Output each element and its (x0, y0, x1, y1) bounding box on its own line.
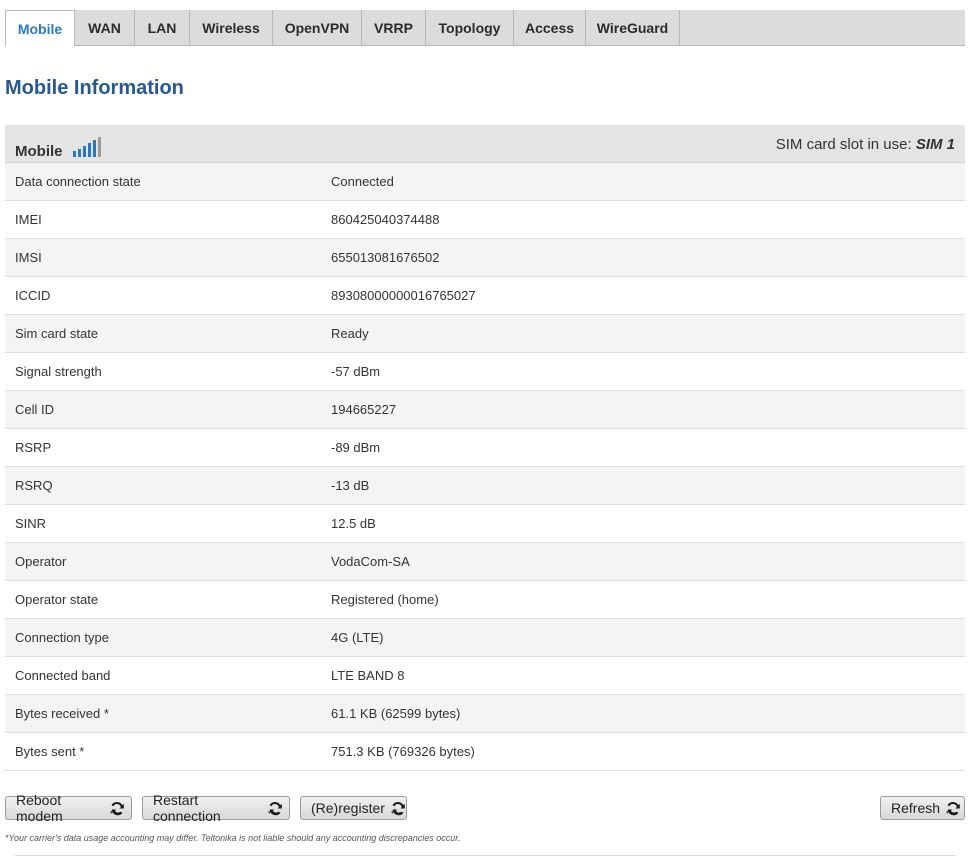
row-value: LTE BAND 8 (331, 668, 405, 683)
row-label: RSRP (15, 440, 52, 455)
table-row: RSRP -89 dBm (5, 429, 965, 467)
row-value: 12.5 dB (331, 516, 376, 531)
page-title: Mobile Information (5, 77, 184, 99)
row-label: IMEI (15, 212, 42, 227)
row-value: -13 dB (331, 478, 370, 493)
sim-slot-indicator: SIM card slot in use: SIM 1 (776, 136, 955, 153)
tab-wireguard[interactable]: WireGuard (586, 10, 680, 45)
refresh-icon (109, 800, 125, 816)
table-header-label: Mobile (15, 143, 63, 160)
sim-slot-label: SIM card slot in use: (775, 136, 912, 153)
row-label: Signal strength (15, 364, 102, 379)
row-label: Connection type (15, 630, 109, 645)
row-value: 194665227 (331, 402, 397, 417)
reboot-modem-label: Reboot modem (16, 792, 63, 824)
row-value: Registered (home) (331, 592, 439, 607)
signal-bars-icon (71, 136, 103, 163)
row-label: Operator (15, 554, 67, 569)
footnote: *Your carrier's data usage accounting ma… (5, 833, 461, 843)
table-row: Cell ID 194665227 (5, 391, 965, 429)
reregister-label: (Re)register (311, 800, 385, 816)
tab-wireless[interactable]: Wireless (190, 10, 273, 45)
reboot-modem-button[interactable]: Reboot modem (5, 792, 132, 824)
tab-openvpn[interactable]: OpenVPN (273, 10, 362, 45)
tab-bar: Mobile WAN LAN Wireless OpenVPN VRRP Top… (5, 10, 965, 46)
table-row: Operator state Registered (home) (5, 581, 965, 619)
row-label: Bytes sent * (15, 744, 85, 759)
mobile-info-table: Mobile SIM card slot in use: SIM 1 Data … (5, 125, 965, 771)
row-value: VodaCom-SA (331, 554, 410, 569)
refresh-button[interactable]: Refresh (880, 796, 965, 820)
table-row: SINR 12.5 dB (5, 505, 965, 543)
table-row: Bytes received * 61.1 KB (62599 bytes) (5, 695, 965, 733)
row-value: -57 dBm (331, 364, 381, 379)
tab-mobile[interactable]: Mobile (5, 10, 75, 46)
table-row: Sim card state Ready (5, 315, 965, 353)
table-body: Data connection state Connected IMEI 860425… (5, 163, 965, 771)
row-label: Bytes received * (15, 706, 109, 721)
table-row: Data connection state Connected (5, 163, 965, 201)
row-label: SINR (15, 516, 47, 531)
tab-wan[interactable]: WAN (75, 10, 135, 45)
row-value: -89 dBm (331, 440, 381, 455)
sim-slot-value: SIM 1 (915, 136, 955, 153)
row-value: 61.1 KB (62599 bytes) (331, 706, 461, 721)
table-header-left: Mobile (15, 136, 103, 167)
row-value: 4G (LTE) (331, 630, 384, 645)
tab-lan[interactable]: LAN (135, 10, 190, 45)
tab-access[interactable]: Access (514, 10, 586, 45)
row-value: Ready (331, 326, 369, 341)
reregister-button[interactable]: (Re)register (300, 796, 407, 820)
refresh-label: Refresh (891, 800, 941, 816)
row-label: Sim card state (15, 326, 99, 341)
table-header: Mobile SIM card slot in use: SIM 1 (5, 125, 965, 163)
row-value: 89308000000016765027 (331, 288, 476, 303)
row-label: Data connection state (15, 174, 141, 189)
refresh-icon (390, 800, 406, 816)
row-label: Cell ID (15, 402, 55, 417)
row-label: Connected band (15, 668, 111, 683)
table-row: Connected band LTE BAND 8 (5, 657, 965, 695)
table-row: ICCID 89308000000016765027 (5, 277, 965, 315)
row-label: IMSI (15, 250, 42, 265)
tab-vrrp[interactable]: VRRP (362, 10, 426, 45)
row-label: Operator state (15, 592, 99, 607)
table-row: IMEI 860425040374488 (5, 201, 965, 239)
page: Mobile WAN LAN Wireless OpenVPN VRRP Top… (0, 0, 972, 865)
table-row: Signal strength -57 dBm (5, 353, 965, 391)
footer-divider (15, 855, 955, 856)
row-label: RSRQ (15, 478, 53, 493)
refresh-icon (267, 800, 283, 816)
table-row: IMSI 655013081676502 (5, 239, 965, 277)
table-row: Bytes sent * 751.3 KB (769326 bytes) (5, 733, 965, 771)
row-value: 751.3 KB (769326 bytes) (331, 744, 475, 759)
table-row: Connection type 4G (LTE) (5, 619, 965, 657)
tab-topology[interactable]: Topology (426, 10, 514, 45)
restart-connection-label: Restart connection (153, 792, 221, 824)
restart-connection-button[interactable]: Restart connection (142, 792, 290, 824)
table-row: Operator VodaCom-SA (5, 543, 965, 581)
row-value: Connected (331, 174, 394, 189)
row-value: 655013081676502 (331, 250, 440, 265)
table-row: RSRQ -13 dB (5, 467, 965, 505)
row-label: ICCID (15, 288, 51, 303)
refresh-icon (945, 800, 961, 816)
row-value: 860425040374488 (331, 212, 440, 227)
